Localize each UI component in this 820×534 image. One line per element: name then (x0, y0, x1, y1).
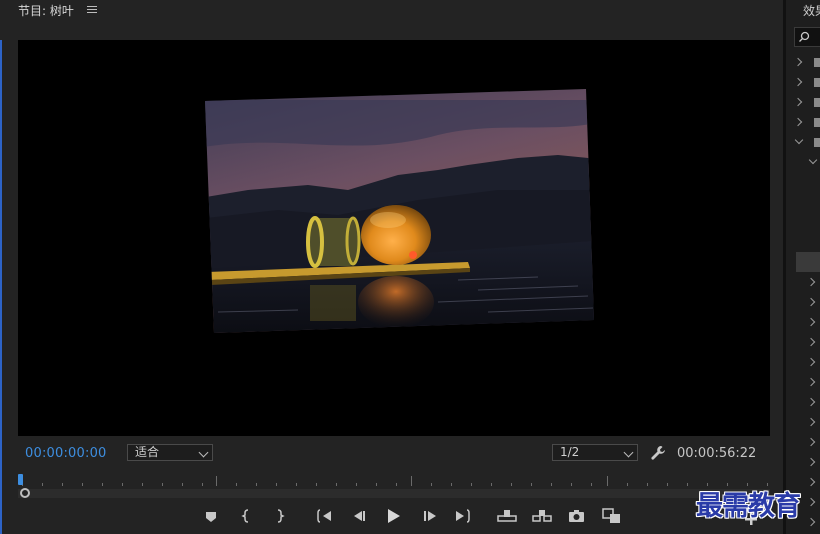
lift-button[interactable] (496, 506, 518, 528)
extract-button[interactable] (531, 506, 553, 528)
effects-panel-title[interactable]: 效果 (803, 2, 820, 19)
effects-subfolder-row[interactable] (786, 412, 820, 432)
effects-folder-row[interactable] (786, 52, 820, 72)
extract-icon (532, 510, 552, 522)
time-ruler[interactable] (18, 472, 770, 500)
watermark-logo: 最需教育 (696, 491, 801, 522)
folder-icon (814, 138, 820, 147)
scrub-track[interactable] (18, 489, 770, 498)
chevron-down-icon (198, 447, 209, 458)
folder-icon (814, 78, 820, 87)
video-preview[interactable] (18, 40, 770, 436)
go-to-out-icon (456, 509, 470, 523)
effects-folder-row[interactable] (786, 72, 820, 92)
mark-in-icon (241, 509, 249, 523)
effects-subfolder-row[interactable] (786, 392, 820, 412)
effects-subfolder-row[interactable] (786, 452, 820, 472)
program-monitor-panel: 节目: 树叶 00:00:00:00 适合 1/2 00:00:56:22 (0, 0, 783, 534)
effects-subfolder-row[interactable] (786, 292, 820, 312)
effects-folder-row-expanded[interactable] (786, 132, 820, 152)
effects-subfolder-row[interactable] (786, 272, 820, 292)
effects-search-input[interactable] (794, 27, 820, 47)
mark-out-button[interactable] (270, 506, 290, 528)
effects-subfolder-row[interactable] (786, 352, 820, 372)
panel-header: 节目: 树叶 (0, 0, 783, 22)
play-icon (388, 509, 400, 523)
zoom-level-select[interactable]: 适合 (127, 444, 213, 461)
effects-subfolder-row[interactable] (786, 332, 820, 352)
effects-folder-row[interactable] (786, 112, 820, 132)
zoom-level-value: 适合 (135, 445, 160, 459)
mark-in-button[interactable] (238, 506, 258, 528)
folder-icon (814, 98, 820, 107)
add-marker-button[interactable] (202, 506, 222, 528)
lift-icon (497, 510, 517, 522)
effects-subfolder-row[interactable] (786, 312, 820, 332)
duration-timecode: 00:00:56:22 (677, 446, 757, 461)
playhead[interactable] (18, 474, 23, 485)
rotated-video-frame-image (205, 89, 594, 333)
effects-subfolder-row-expanded[interactable] (786, 152, 820, 172)
camera-icon (569, 510, 584, 522)
effects-subfolder-row[interactable] (786, 372, 820, 392)
panel-focus-indicator (0, 40, 2, 534)
folder-icon (814, 58, 820, 67)
go-to-in-icon (317, 509, 331, 523)
playhead-handle[interactable] (20, 488, 30, 498)
effects-subfolder-row[interactable] (786, 432, 820, 452)
playback-resolution-value: 1/2 (560, 445, 580, 459)
ruler-ticks (22, 476, 768, 486)
export-frame-button[interactable] (567, 506, 587, 528)
transport-controls (0, 506, 783, 530)
panel-menu-icon[interactable] (87, 4, 97, 16)
wrench-icon[interactable] (650, 445, 666, 461)
folder-icon (814, 118, 820, 127)
step-back-button[interactable] (350, 506, 370, 528)
current-timecode[interactable]: 00:00:00:00 (25, 446, 107, 461)
playback-resolution-select[interactable]: 1/2 (552, 444, 638, 461)
go-to-out-button[interactable] (453, 506, 473, 528)
chevron-down-icon (623, 447, 634, 458)
search-icon (799, 31, 810, 42)
step-forward-button[interactable] (420, 506, 440, 528)
effects-panel: 效果 (783, 0, 820, 534)
effects-item-selected[interactable] (796, 252, 820, 272)
step-forward-icon (424, 511, 436, 521)
compare-view-button[interactable] (601, 506, 623, 528)
marker-icon (206, 512, 216, 522)
panel-title[interactable]: 节目: 树叶 (18, 2, 74, 19)
mark-out-icon (277, 509, 285, 523)
go-to-in-button[interactable] (315, 506, 335, 528)
play-button[interactable] (384, 506, 404, 528)
compare-icon (602, 508, 620, 523)
step-back-icon (354, 511, 365, 521)
effects-folder-row[interactable] (786, 92, 820, 112)
